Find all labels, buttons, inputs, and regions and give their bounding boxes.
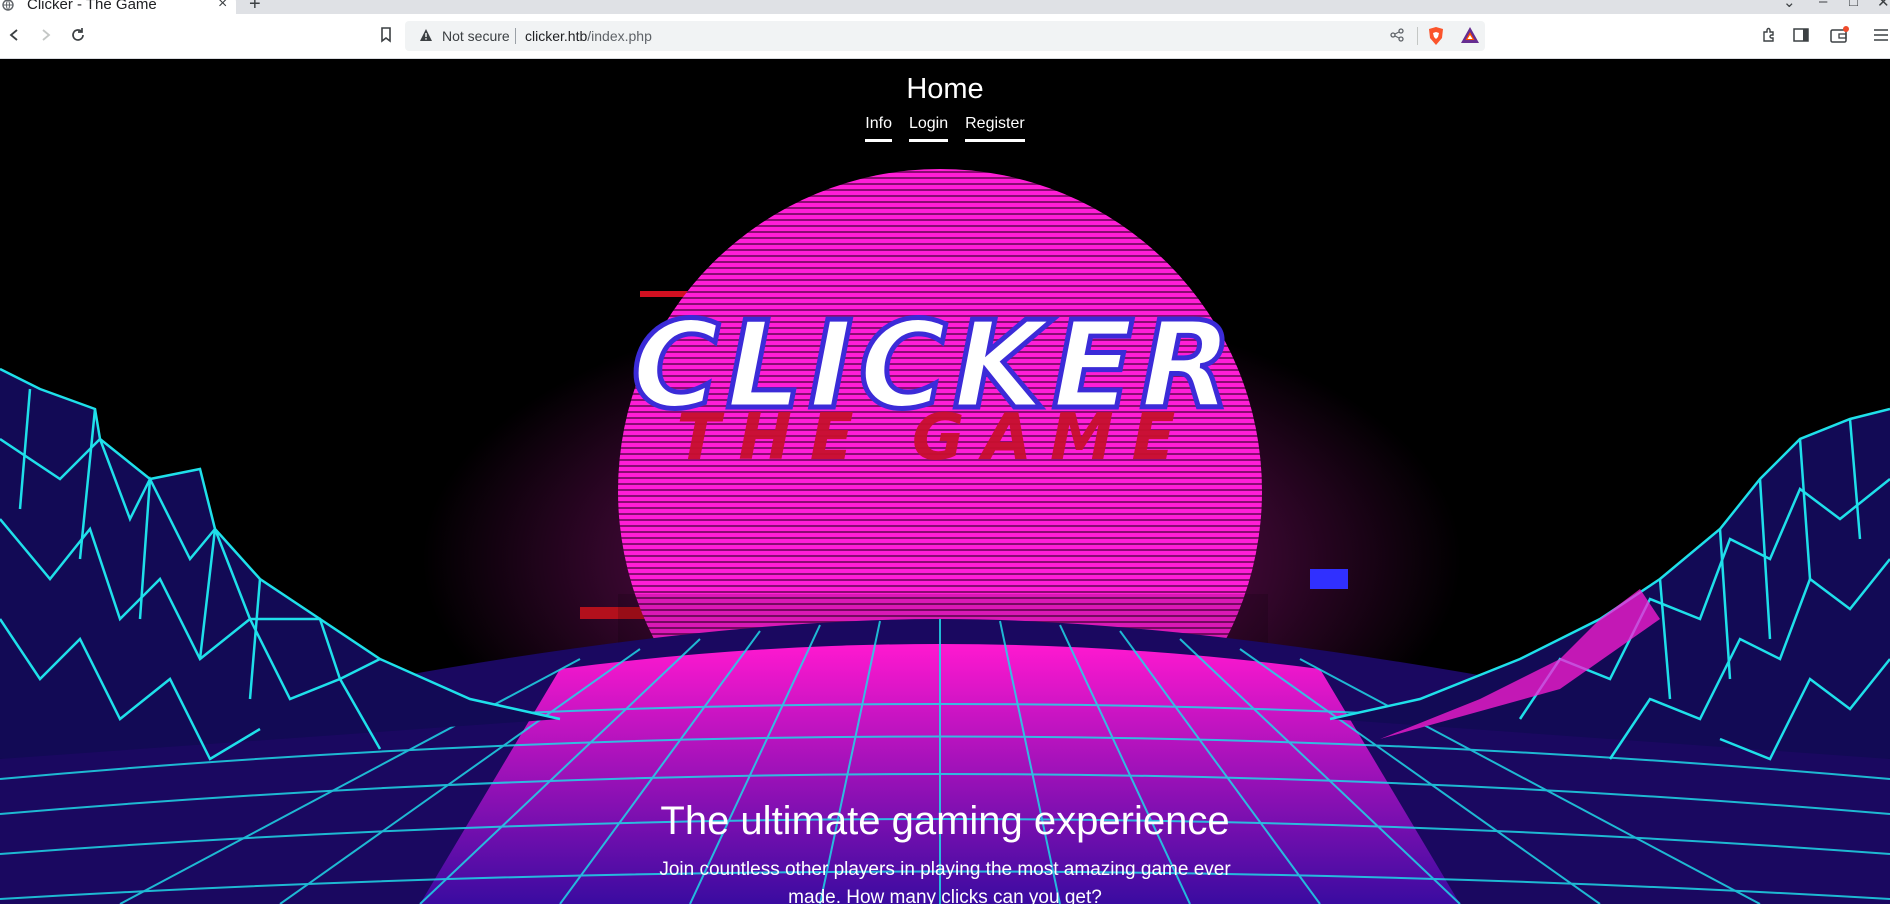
url-host: clicker.htb	[525, 28, 588, 44]
security-status[interactable]: Not secure	[442, 28, 510, 44]
close-window-button[interactable]: ✕	[1877, 0, 1890, 11]
forward-button[interactable]	[35, 24, 57, 46]
sidebar-button[interactable]	[1790, 24, 1812, 46]
brave-shields-icon[interactable]	[1427, 26, 1445, 51]
sidebar-icon	[1793, 28, 1809, 42]
main-nav: Info Login Register	[0, 115, 1890, 142]
brave-rewards-icon[interactable]	[1460, 26, 1480, 49]
forward-arrow-icon	[42, 29, 51, 41]
headline: The ultimate gaming experience	[660, 799, 1230, 843]
logo-subtext: THE GAME	[677, 401, 1194, 475]
hamburger-menu-icon	[1874, 29, 1888, 41]
warning-icon[interactable]	[419, 28, 433, 47]
browser-toolbar: Not secure clicker.htb/index.php	[0, 14, 1890, 59]
nav-register-link[interactable]: Register	[965, 115, 1025, 142]
tab-strip: Clicker - The Game × + ⌄ – □ ✕	[0, 0, 1890, 14]
page-title: Home	[906, 73, 984, 105]
url-path: /index.php	[587, 28, 652, 44]
tab-title: Clicker - The Game	[27, 0, 157, 13]
bookmark-button[interactable]	[375, 24, 397, 46]
browser-tab[interactable]: Clicker - The Game ×	[0, 0, 236, 14]
back-arrow-icon	[9, 29, 18, 41]
wallet-button[interactable]	[1829, 24, 1851, 46]
globe-icon	[2, 0, 14, 11]
web-page: CLICKER THE GAME Home Info Login Registe…	[0, 59, 1890, 904]
lead-paragraph: Join countless other players in playing …	[659, 859, 1231, 904]
glitch-slice	[1310, 569, 1348, 589]
url-text[interactable]: clicker.htb/index.php	[525, 28, 652, 44]
tab-search-chevron-icon[interactable]: ⌄	[1783, 0, 1796, 11]
nav-info-link[interactable]: Info	[865, 115, 892, 142]
reload-button[interactable]	[67, 24, 89, 46]
wallet-icon	[1830, 26, 1849, 43]
nav-login-link[interactable]: Login	[908, 115, 949, 142]
maximize-button[interactable]: □	[1849, 0, 1858, 10]
reload-icon	[72, 28, 84, 41]
bookmark-icon	[381, 27, 391, 43]
extensions-button[interactable]	[1758, 24, 1780, 46]
minimize-button[interactable]: –	[1819, 0, 1827, 10]
puzzle-icon	[1763, 27, 1774, 42]
omnibox-divider	[515, 28, 516, 44]
tab-close-icon[interactable]: ×	[218, 0, 227, 13]
omnibox-divider-2	[1417, 27, 1418, 45]
address-bar[interactable]: Not secure clicker.htb/index.php	[405, 21, 1485, 51]
share-icon[interactable]	[1390, 28, 1404, 47]
new-tab-button[interactable]: +	[249, 0, 261, 14]
menu-button[interactable]	[1870, 24, 1890, 46]
back-button[interactable]	[3, 24, 25, 46]
synthwave-background: CLICKER THE GAME	[0, 169, 1890, 904]
